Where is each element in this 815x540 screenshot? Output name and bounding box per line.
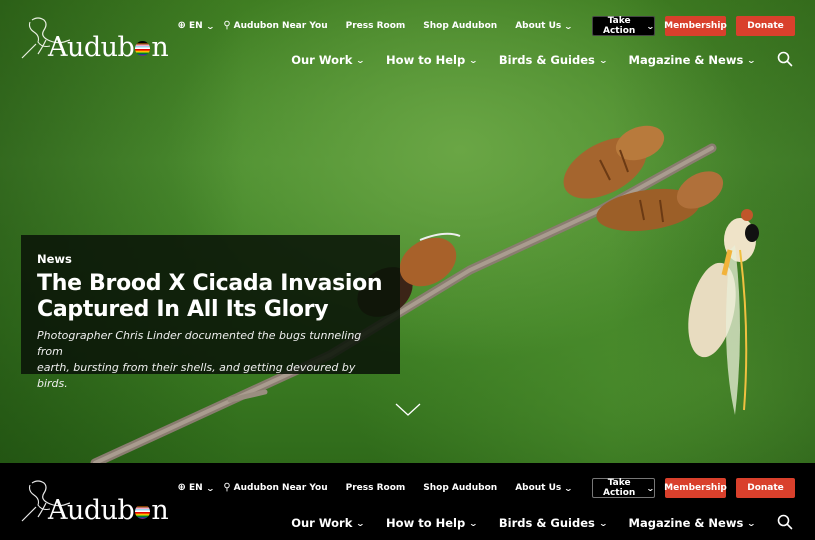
globe-icon: ⊕	[177, 20, 186, 31]
shop-audubon-link[interactable]: Shop Audubon	[423, 21, 497, 31]
audubon-near-you-link[interactable]: ⚲ Audubon Near You	[223, 20, 328, 32]
nav-our-work[interactable]: Our Work ⌄	[291, 53, 366, 67]
language-selector[interactable]: ⊕ EN ⌄	[177, 482, 215, 494]
sticky-site-header: Audub n ⊕ EN ⌄ ⚲ Audubon Near You Press R…	[0, 463, 815, 540]
story-description: Photographer Chris Linder documented the…	[37, 328, 384, 392]
nav-label: How to Help	[386, 53, 466, 67]
take-action-button[interactable]: Take Action ⌄	[592, 478, 655, 498]
chevron-down-icon: ⌄	[646, 483, 656, 493]
language-selector[interactable]: ⊕ EN ⌄	[177, 20, 215, 32]
chevron-down-icon: ⌄	[356, 55, 366, 65]
donate-button[interactable]: Donate	[736, 16, 795, 36]
story-title[interactable]: The Brood X Cicada Invasion Captured In …	[37, 271, 384, 323]
audubon-logo[interactable]: Audub n	[20, 475, 180, 531]
chevron-down-icon: ⌄	[598, 518, 608, 528]
about-us-label: About Us	[515, 21, 562, 31]
membership-button[interactable]: Membership	[664, 478, 727, 498]
story-title-line-1[interactable]: The Brood X Cicada Invasion	[37, 271, 384, 297]
chevron-down-icon: ⌄	[468, 518, 479, 528]
nav-birds-guides[interactable]: Birds & Guides ⌄	[498, 516, 608, 530]
story-description-line-1: Photographer Chris Linder documented the…	[37, 329, 362, 358]
language-label: EN	[188, 483, 203, 493]
nav-how-to-help[interactable]: How to Help ⌄	[386, 53, 479, 67]
main-nav: Our Work ⌄ How to Help ⌄ Birds & Guides ⌄ M…	[291, 51, 795, 69]
nav-magazine-news[interactable]: Magazine & News ⌄	[628, 53, 757, 67]
nav-label: Our Work	[291, 53, 353, 67]
about-us-link[interactable]: About Us ⌄	[515, 483, 574, 493]
chevron-down-icon: ⌄	[646, 21, 656, 31]
map-pin-icon: ⚲	[223, 20, 231, 31]
nav-our-work[interactable]: Our Work ⌄	[291, 516, 366, 530]
nav-label: Magazine & News	[628, 53, 744, 67]
near-you-label: Audubon Near You	[233, 21, 328, 31]
language-label: EN	[188, 21, 203, 31]
take-action-button[interactable]: Take Action ⌄	[592, 16, 655, 36]
chevron-down-icon: ⌄	[598, 55, 608, 65]
story-category[interactable]: News	[37, 252, 384, 266]
pride-o-icon	[135, 504, 151, 519]
about-us-link[interactable]: About Us ⌄	[515, 21, 574, 31]
audubon-logo[interactable]: Audub n	[20, 12, 180, 68]
donate-button[interactable]: Donate	[736, 478, 795, 498]
map-pin-icon: ⚲	[223, 482, 231, 493]
chevron-down-icon: ⌄	[468, 55, 479, 65]
site-header: Audub n ⊕ EN ⌄ ⚲ Audubon Near You Press R…	[0, 0, 815, 80]
logo-wordmark: Audub n	[48, 32, 169, 63]
search-button[interactable]	[777, 514, 795, 532]
featured-story-card[interactable]: News The Brood X Cicada Invasion Capture…	[21, 235, 400, 390]
shop-audubon-link[interactable]: Shop Audubon	[423, 483, 497, 493]
pride-o-icon	[135, 41, 151, 56]
utility-nav: ⊕ EN ⌄ ⚲ Audubon Near You Press Room Sho…	[178, 478, 795, 498]
search-button[interactable]	[777, 51, 795, 69]
chevron-down-icon: ⌄	[563, 483, 574, 493]
chevron-down-icon: ⌄	[746, 518, 757, 528]
membership-button[interactable]: Membership	[664, 16, 727, 36]
search-icon	[777, 514, 793, 530]
nav-label: Birds & Guides	[498, 516, 595, 530]
logo-wordmark: Audub n	[48, 495, 169, 526]
nav-label: Birds & Guides	[498, 53, 595, 67]
nav-how-to-help[interactable]: How to Help ⌄	[386, 516, 479, 530]
search-icon	[777, 51, 793, 67]
take-action-label: Take Action	[603, 16, 636, 36]
globe-icon: ⊕	[177, 482, 186, 493]
nav-label: Magazine & News	[628, 516, 744, 530]
press-room-link[interactable]: Press Room	[346, 21, 406, 31]
chevron-down-icon: ⌄	[205, 483, 215, 493]
chevron-down-icon: ⌄	[356, 518, 366, 528]
scroll-down-chevron-icon[interactable]	[395, 402, 421, 416]
main-nav: Our Work ⌄ How to Help ⌄ Birds & Guides ⌄ M…	[291, 514, 795, 532]
nav-label: Our Work	[291, 516, 353, 530]
story-title-line-2[interactable]: Captured In All Its Glory	[37, 297, 384, 323]
chevron-down-icon: ⌄	[563, 21, 574, 31]
chevron-down-icon: ⌄	[205, 21, 215, 31]
nav-birds-guides[interactable]: Birds & Guides ⌄	[498, 53, 608, 67]
utility-nav: ⊕ EN ⌄ ⚲ Audubon Near You Press Room Sho…	[178, 16, 795, 36]
story-description-line-2: earth, bursting from their shells, and g…	[37, 361, 356, 390]
press-room-link[interactable]: Press Room	[346, 483, 406, 493]
nav-magazine-news[interactable]: Magazine & News ⌄	[628, 516, 757, 530]
nav-label: How to Help	[386, 516, 466, 530]
chevron-down-icon: ⌄	[746, 55, 757, 65]
take-action-label: Take Action	[603, 478, 636, 498]
audubon-near-you-link[interactable]: ⚲ Audubon Near You	[223, 482, 328, 494]
near-you-label: Audubon Near You	[233, 483, 328, 493]
about-us-label: About Us	[515, 483, 562, 493]
